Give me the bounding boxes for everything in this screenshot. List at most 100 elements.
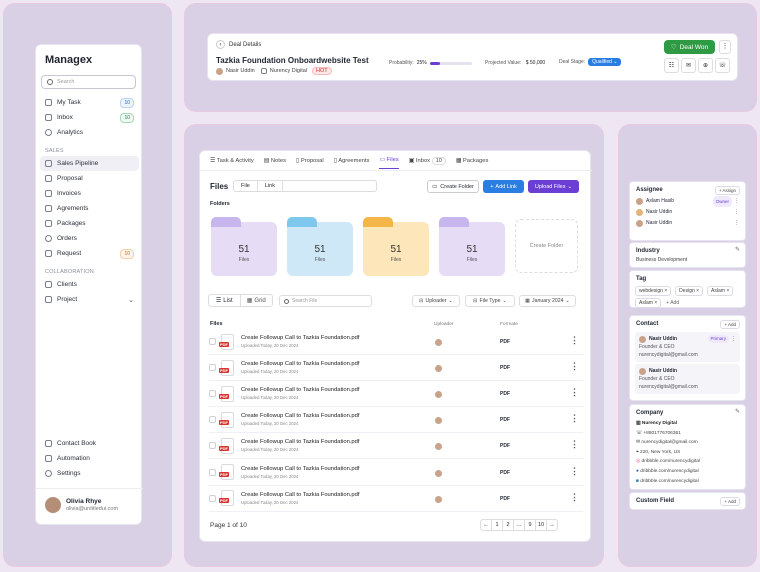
plus-circle-icon[interactable]: ⊕ [698,58,713,73]
tab-task-activity[interactable]: ☰ Task & Activity [210,158,254,164]
more-icon[interactable]: ⋮ [570,413,579,424]
table-row[interactable]: PDF Create Followup Call to Tazkia Founda… [209,329,583,355]
more-icon[interactable]: ⋮ [570,387,579,398]
folder-tile[interactable]: 51 Files [363,217,429,276]
more-icon[interactable]: ⋮ [731,335,736,343]
tab-proposal[interactable]: ▯ Proposal [296,158,324,164]
file-type-filter[interactable]: ⊟ File Type ⌄ [465,295,515,307]
chevron-down-icon: ⌄ [567,183,573,190]
sidebar-item-clients[interactable]: Clients [36,277,143,292]
row-checkbox[interactable] [209,494,216,502]
row-checkbox[interactable] [209,468,216,476]
sidebar-item-request[interactable]: Request 10 [36,246,143,261]
file-name[interactable]: Create Followup Call to Tazkia Foundatio… [241,466,359,472]
contact-card: Contact + Add Nasir Uddin Primary ⋮ Founde… [629,315,746,401]
add-link-button[interactable]: + Add Link [483,180,524,193]
sidebar-item-packages[interactable]: Packages [36,216,143,231]
contact-book-icon [45,440,52,447]
edit-icon[interactable]: ✎ [735,246,740,253]
file-search-input[interactable]: Search File [279,295,372,307]
uploader-filter[interactable]: ⊟ Uploader ⌄ [412,295,460,307]
file-name[interactable]: Create Followup Call to Tazkia Foundatio… [241,361,359,367]
tab-notes[interactable]: ▤ Notes [264,158,286,164]
mail-icon[interactable]: ✉ [681,58,696,73]
sidebar-item-settings[interactable]: Settings [36,466,143,481]
table-row[interactable]: PDF Create Followup Call to Tazkia Founda… [209,486,583,512]
tab-packages[interactable]: ▦ Packages [456,158,489,164]
folder-tile[interactable]: 51 Files [211,217,277,276]
file-name[interactable]: Create Followup Call to Tazkia Foundatio… [241,413,359,419]
more-icon[interactable]: ⋮ [734,196,739,207]
table-row[interactable]: PDF Create Followup Call to Tazkia Founda… [209,381,583,408]
more-icon[interactable]: ⋮ [734,207,739,218]
table-row[interactable]: PDF Create Followup Call to Tazkia Founda… [209,460,583,486]
create-folder-button[interactable]: ▭ Create Folder [427,180,479,193]
sidebar-item-contact-book[interactable]: Contact Book [36,436,143,451]
sidebar-item-sales-pipeline[interactable]: Sales Pipeline [40,156,139,171]
edit-icon[interactable]: ✎ [735,408,740,415]
company-link[interactable]: ■ dribbble.com/nurencydigital [636,477,739,487]
more-icon[interactable]: ⋮ [570,361,579,372]
date-filter[interactable]: ▦ January 2024 ⌄ [519,295,576,307]
add-contact-button[interactable]: + Add [720,320,740,329]
row-checkbox[interactable] [209,390,216,398]
next-page-button[interactable]: → [546,519,558,531]
close-icon[interactable]: × [654,300,657,306]
sidebar-item-orders[interactable]: Orders [36,231,143,246]
segment-link[interactable]: Link [258,181,283,191]
more-icon[interactable]: ⋮ [734,218,739,229]
tab-files[interactable]: ▭ Files [379,157,399,169]
more-icon[interactable]: ⋮ [570,492,579,503]
more-icon[interactable]: ⋮ [570,335,579,346]
sidebar-item-automation[interactable]: Automation [36,451,143,466]
add-custom-field-button[interactable]: + Add [720,497,740,506]
row-checkbox[interactable] [209,416,216,424]
folder-tile[interactable]: 51 Files [439,217,505,276]
close-icon[interactable]: × [726,288,729,294]
table-row[interactable]: PDF Create Followup Call to Tazkia Founda… [209,407,583,434]
tab-inbox[interactable]: ▣ Inbox 10 [409,156,446,165]
assign-button[interactable]: + Assign [714,186,740,195]
row-checkbox[interactable] [209,364,216,372]
table-row[interactable]: PDF Create Followup Call to Tazkia Founda… [209,355,583,382]
sidebar-item-invoices[interactable]: Invoices [36,186,143,201]
view-list-button[interactable]: ☰ List [209,295,241,306]
file-name[interactable]: Create Followup Call to Tazkia Foundatio… [241,335,359,341]
more-icon[interactable]: ⋮ [570,439,579,450]
close-icon[interactable]: × [696,288,699,294]
sidebar-item-my-task[interactable]: My Task 10 [36,95,143,110]
segment-file[interactable]: File [234,181,258,191]
sidebar-item-proposal[interactable]: Proposal [36,171,143,186]
sidebar-item-analytics[interactable]: Analytics [36,125,143,140]
back-link[interactable]: ‹ Deal Details [216,40,261,49]
upload-files-button[interactable]: Upload Files ⌄ [528,180,579,193]
more-icon[interactable]: ⋮ [570,466,579,477]
user-profile[interactable]: Olivia Rhye olivia@untitledui.com [45,497,118,513]
file-name[interactable]: Create Followup Call to Tazkia Foundatio… [241,387,359,393]
close-icon[interactable]: × [664,288,667,294]
file-name[interactable]: Create Followup Call to Tazkia Foundatio… [241,492,359,498]
primary-badge: Primary [707,335,729,343]
tab-agreements[interactable]: ▯ Agreements [334,158,370,164]
sidebar-item-project[interactable]: Project ⌄ [36,292,143,307]
company-link[interactable]: ◎ dribbble.com/nurencydigital [636,457,739,467]
sidebar-item-inbox[interactable]: Inbox 10 [36,110,143,125]
sidebar-item-agrements[interactable]: Agrements [36,201,143,216]
phone-icon[interactable]: ☏ [715,58,730,73]
search-input[interactable]: Search [41,75,136,89]
create-folder-tile[interactable]: Create Folder [515,219,578,273]
deal-stage-select[interactable]: Qualified ⌄ [588,58,622,66]
add-tag-button[interactable]: + Add [666,300,679,306]
file-name[interactable]: Create Followup Call to Tazkia Foundatio… [241,439,359,445]
row-checkbox[interactable] [209,442,216,450]
folder-tile[interactable]: 51 Files [287,217,353,276]
deal-won-button[interactable]: ♡ Deal Won [664,40,715,54]
company-link[interactable]: ● dribbble.com/nurencydigital [636,467,739,477]
view-grid-button[interactable]: ▦ Grid [241,295,272,306]
row-checkbox[interactable] [209,338,216,345]
more-options-button[interactable]: ⋮ [719,40,731,54]
avatar [639,335,646,343]
calendar-icon: ▦ [525,298,531,304]
table-row[interactable]: PDF Create Followup Call to Tazkia Founda… [209,433,583,460]
task-icon[interactable]: ☷ [664,58,679,73]
